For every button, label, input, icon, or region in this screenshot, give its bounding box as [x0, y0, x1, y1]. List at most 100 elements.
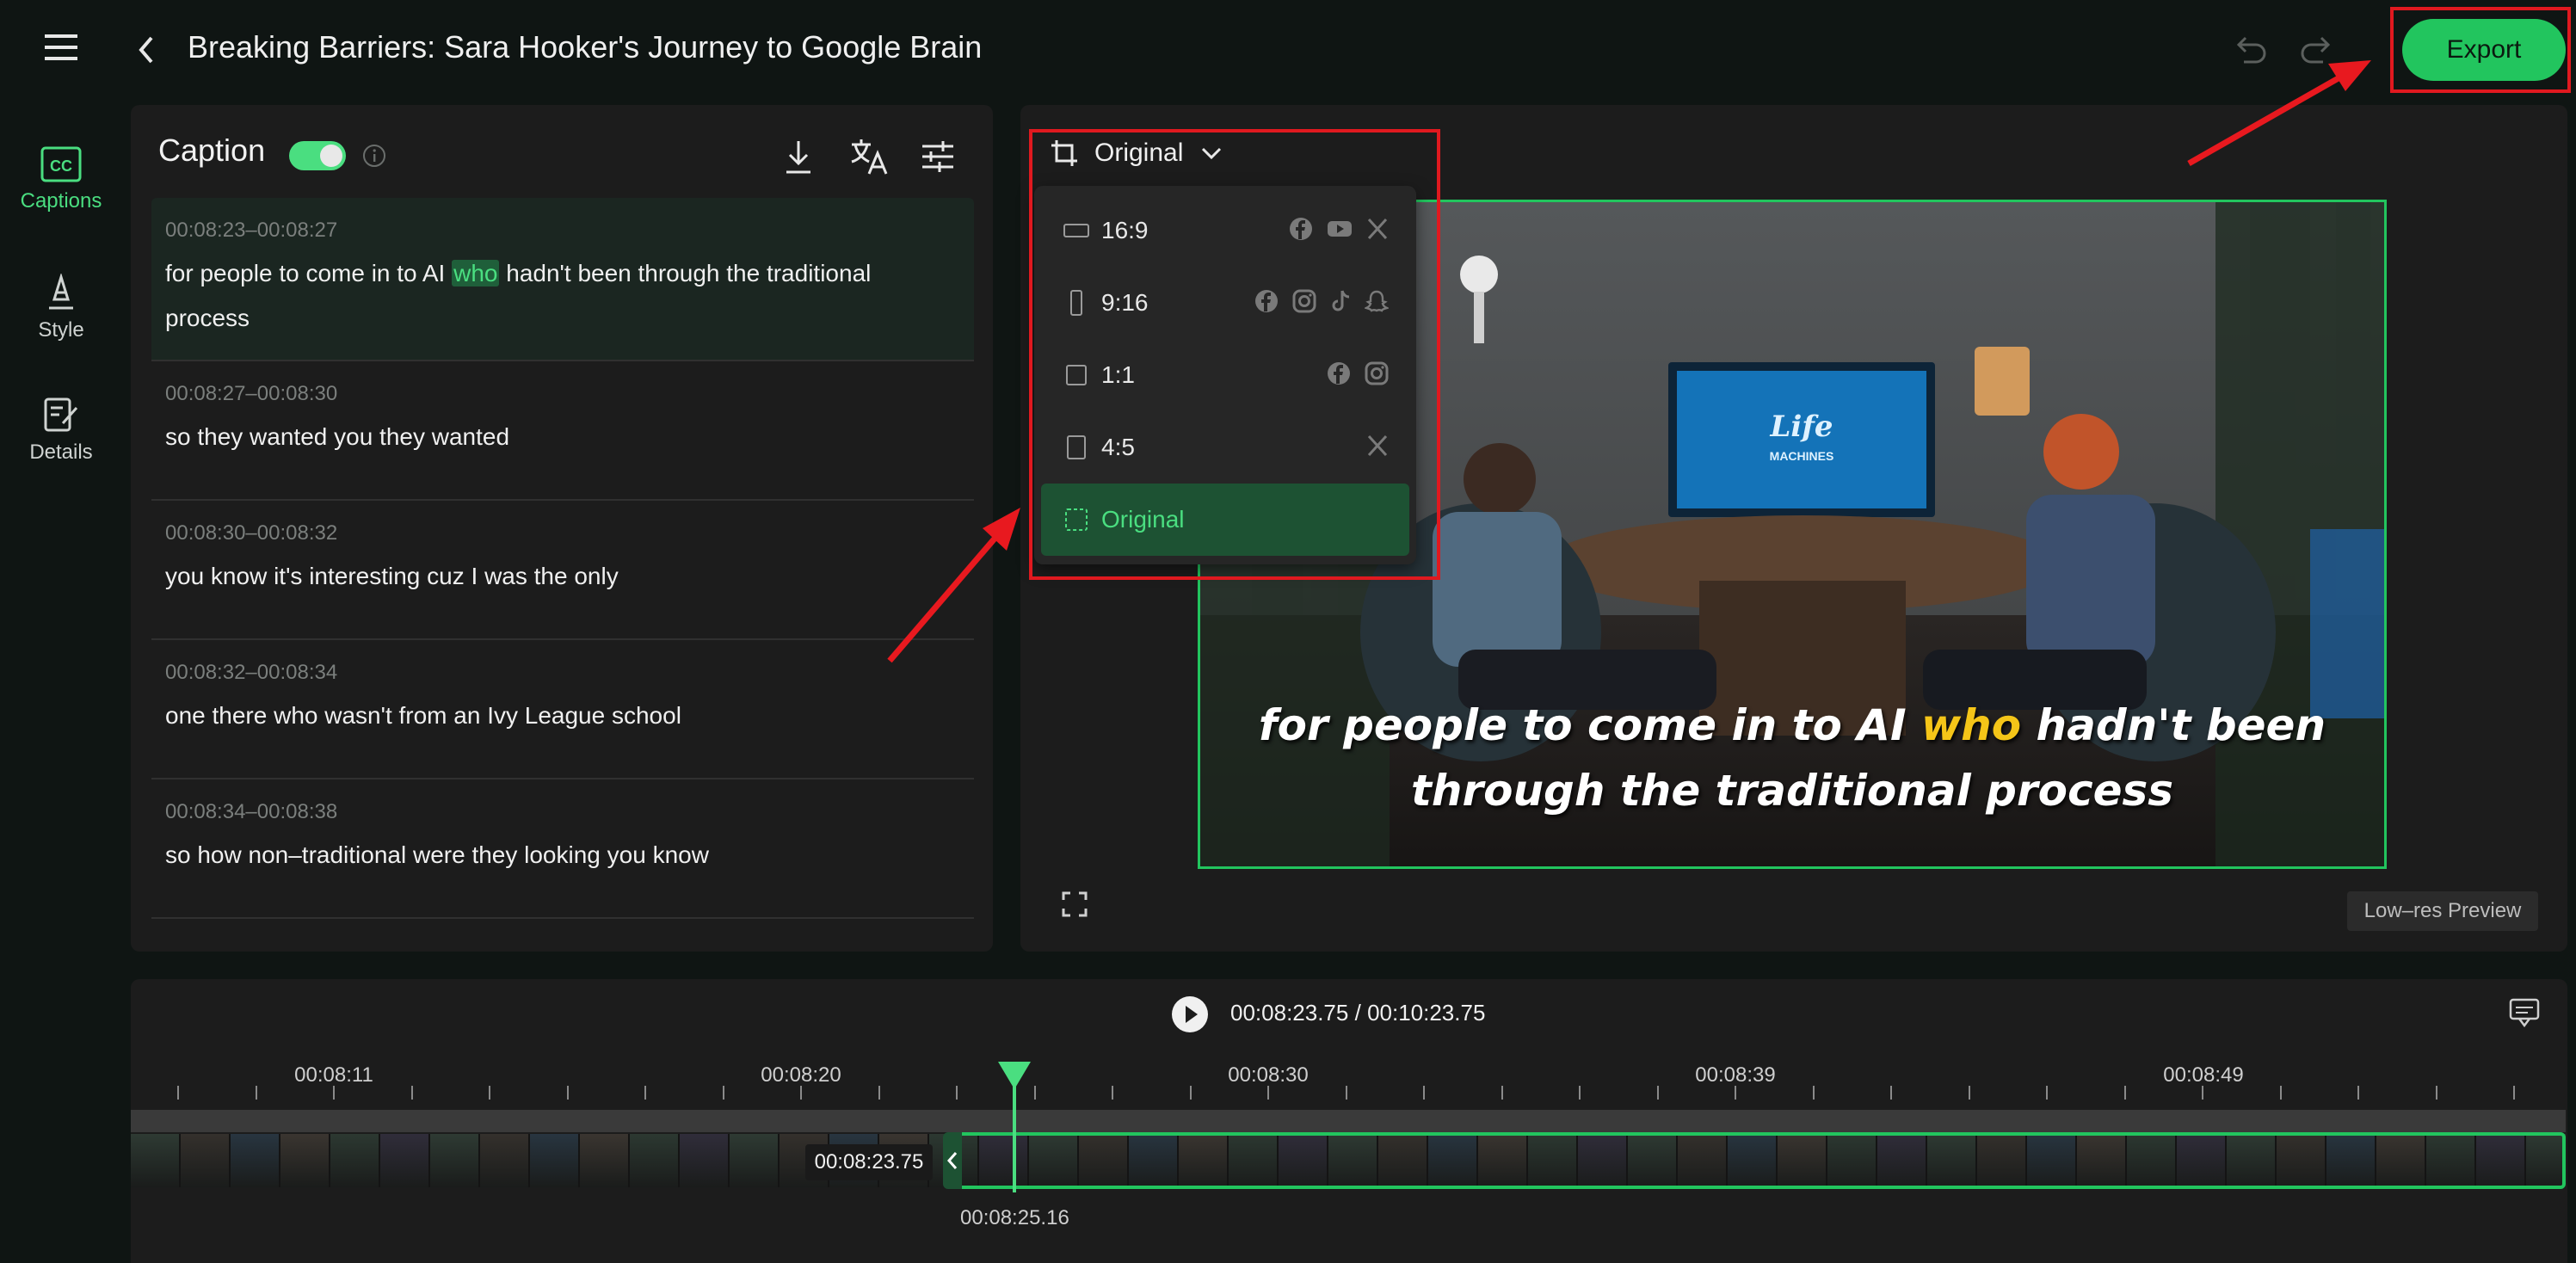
- ruler-tick: [333, 1086, 335, 1100]
- ruler-tick: [1812, 1086, 1815, 1100]
- filmstrip-frame: [530, 1134, 580, 1187]
- ruler-tick: [2202, 1086, 2203, 1100]
- playhead-handle[interactable]: [998, 1062, 1031, 1089]
- highlighted-word: who: [452, 260, 500, 286]
- ruler-tick: [1112, 1086, 1113, 1100]
- chevron-left-icon: [946, 1152, 958, 1169]
- current-time: 00:08:23.75: [1230, 1000, 1349, 1026]
- ruler-label: 00:08:11: [294, 1063, 373, 1087]
- play-icon: [1186, 1006, 1198, 1023]
- filmstrip-frame: [231, 1134, 280, 1187]
- caption-text[interactable]: one there who wasn't from an Ivy League …: [165, 693, 960, 738]
- ruler-tick: [255, 1086, 257, 1100]
- caption-overlay-toggle-icon[interactable]: [2509, 998, 2540, 1027]
- ruler-tick: [1656, 1086, 1659, 1100]
- cc-icon: CC: [40, 146, 82, 182]
- dropdown-highlight-box: [1029, 129, 1440, 580]
- tv-logo-subtext: MACHINES: [1770, 449, 1834, 463]
- filmstrip-frame: [380, 1134, 430, 1187]
- play-button[interactable]: [1172, 996, 1208, 1032]
- filmstrip-frame: [480, 1134, 530, 1187]
- ruler-label: 00:08:39: [1695, 1063, 1776, 1087]
- time-separator: /: [1354, 1000, 1361, 1026]
- menu-icon[interactable]: [45, 33, 81, 62]
- caption-item[interactable]: 00:08:34–00:08:38 so how non–traditional…: [151, 779, 974, 919]
- ruler-tick: [2435, 1086, 2437, 1100]
- caption-time: 00:08:34–00:08:38: [165, 800, 338, 823]
- ruler-tick: [1501, 1086, 1503, 1100]
- sidebar-item-label: Details: [29, 441, 93, 464]
- redo-icon[interactable]: [2297, 33, 2335, 67]
- caption-item[interactable]: 00:08:23–00:08:27 for people to come in …: [151, 198, 974, 361]
- caption-time: 00:08:23–00:08:27: [165, 219, 338, 242]
- caption-text[interactable]: you know it's interesting cuz I was the …: [165, 554, 960, 599]
- ruler-tick: [177, 1086, 179, 1100]
- ruler-tick: [2513, 1086, 2515, 1100]
- ruler-tick: [644, 1086, 646, 1100]
- download-icon[interactable]: [778, 136, 819, 177]
- ruler-tick: [1579, 1086, 1581, 1100]
- sidebar-item-captions[interactable]: CC Captions: [0, 146, 122, 213]
- ruler-tick: [1968, 1086, 1970, 1100]
- caption-item[interactable]: 00:08:30–00:08:32 you know it's interest…: [151, 501, 974, 640]
- ruler-tick: [410, 1086, 413, 1100]
- top-bar: Breaking Barriers: Sara Hooker's Journey…: [0, 0, 2576, 102]
- filmstrip-frame: [181, 1134, 231, 1187]
- svg-text:CC: CC: [50, 157, 72, 175]
- ruler-tick: [722, 1086, 724, 1100]
- clip-start-time: 00:08:23.75: [805, 1144, 933, 1180]
- caption-panel: Caption 00:08:23–00:08:27 for people to …: [131, 105, 993, 952]
- filmstrip-frame: [730, 1134, 780, 1187]
- ruler-tick: [956, 1086, 958, 1100]
- clip-trim-handle[interactable]: [943, 1132, 962, 1189]
- undo-icon[interactable]: [2232, 33, 2270, 67]
- caption-time: 00:08:32–00:08:34: [165, 661, 338, 684]
- back-icon[interactable]: [134, 33, 158, 67]
- caption-panel-title: Caption: [158, 132, 266, 168]
- info-icon[interactable]: [361, 143, 387, 169]
- caption-text[interactable]: so they wanted you they wanted: [165, 415, 960, 459]
- ruler-tick: [800, 1086, 802, 1100]
- sidebar-item-label: Style: [38, 318, 84, 342]
- clip-end-time: 00:08:25.16: [960, 1206, 1069, 1229]
- time-readout: 00:08:23.75 / 00:10:23.75: [1230, 1000, 1485, 1026]
- ruler-tick: [2279, 1086, 2282, 1100]
- video-caption-overlay: for people to come in to AI who hadn't b…: [1258, 700, 2326, 816]
- style-icon: [44, 274, 78, 311]
- ruler-tick: [1890, 1086, 1892, 1100]
- sidebar-item-details[interactable]: Details: [0, 396, 122, 465]
- caption-list: 00:08:23–00:08:27 for people to come in …: [151, 198, 974, 919]
- export-button[interactable]: Export: [2402, 19, 2566, 81]
- filmstrip-frame: [580, 1134, 630, 1187]
- ruler-tick: [1267, 1086, 1269, 1100]
- edit-icon: [42, 396, 80, 434]
- ruler-tick: [2046, 1086, 2048, 1100]
- lowres-preview-badge: Low–res Preview: [2347, 891, 2538, 931]
- ruler-label: 00:08:20: [761, 1063, 841, 1087]
- ruler-label: 00:08:49: [2163, 1063, 2244, 1087]
- filmstrip-frame: [131, 1134, 181, 1187]
- ruler-tick: [566, 1086, 569, 1100]
- ruler-tick: [878, 1086, 880, 1100]
- ruler-tick: [489, 1086, 490, 1100]
- tv-logo-text: Life: [1769, 410, 1833, 444]
- translate-icon[interactable]: [848, 136, 890, 177]
- ruler-tick: [1735, 1086, 1736, 1100]
- sidebar-item-label: Captions: [20, 189, 102, 213]
- sidebar-item-style[interactable]: Style: [0, 274, 122, 342]
- caption-text[interactable]: for people to come in to AI who hadn't b…: [165, 251, 960, 341]
- caption-text[interactable]: so how non–traditional were they looking…: [165, 833, 960, 878]
- filmstrip-frame: [280, 1134, 330, 1187]
- filmstrip-frame: [330, 1134, 380, 1187]
- video-caption-highlight: who: [1920, 700, 2022, 750]
- fullscreen-icon[interactable]: [1062, 891, 1088, 917]
- caption-item[interactable]: 00:08:27–00:08:30 so they wanted you the…: [151, 361, 974, 501]
- caption-item[interactable]: 00:08:32–00:08:34 one there who wasn't f…: [151, 640, 974, 779]
- timeline-track[interactable]: [131, 1110, 2566, 1132]
- ruler-label: 00:08:30: [1228, 1063, 1309, 1087]
- caption-toggle[interactable]: [289, 141, 346, 170]
- ruler-tick: [1423, 1086, 1425, 1100]
- page-title: Breaking Barriers: Sara Hooker's Journey…: [188, 29, 983, 65]
- clip-selection[interactable]: [957, 1132, 2566, 1189]
- settings-sliders-icon[interactable]: [917, 136, 958, 177]
